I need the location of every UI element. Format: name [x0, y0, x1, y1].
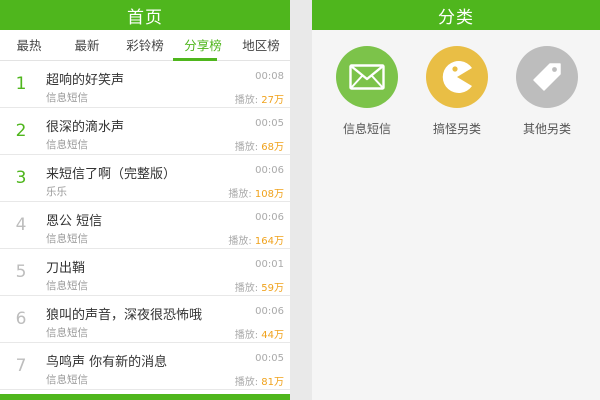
- rank-number: 6: [15, 309, 27, 329]
- item-plays: 播放: 27万: [235, 91, 284, 106]
- plays-count: 27万: [261, 95, 284, 106]
- bottom-accent-bar: [0, 394, 290, 400]
- plays-label: 播放:: [234, 95, 259, 106]
- category-sms[interactable]: 信息短信: [322, 46, 412, 137]
- plays-count: 68万: [261, 142, 284, 153]
- tab-newest[interactable]: 最新: [58, 30, 116, 61]
- tag-icon: [533, 63, 561, 91]
- category-other[interactable]: 其他另类: [502, 46, 592, 137]
- item-category: 信息短信: [46, 139, 88, 151]
- ringtone-list: 1 超响的好笑声 信息短信 00:08 播放: 27万 2 很深的滴水声 信息短…: [0, 61, 290, 390]
- list-item[interactable]: 6 狼叫的声音，深夜很恐怖哦 信息短信 00:06 播放: 44万: [0, 296, 290, 343]
- item-title: 鸟鸣声 你有新的消息: [46, 355, 168, 370]
- plays-label: 播放:: [228, 236, 252, 247]
- plays-count: 108万: [254, 189, 284, 200]
- item-duration: 00:01: [255, 259, 284, 270]
- plays-count: 164万: [254, 236, 284, 247]
- home-screen: 首页 最热 最新 彩铃榜 分享榜 地区榜 1 超响的好笑声 信息短信 00:08…: [0, 0, 290, 400]
- plays-count: 59万: [261, 283, 284, 294]
- list-item[interactable]: 3 来短信了啊（完整版） 乐乐 00:06 播放: 108万: [0, 155, 290, 202]
- item-duration: 00:06: [255, 212, 284, 223]
- plays-label: 播放:: [234, 377, 259, 388]
- plays-label: 播放:: [234, 283, 259, 294]
- category-funny[interactable]: 搞怪另类: [412, 46, 502, 137]
- item-category: 乐乐: [46, 186, 67, 198]
- page-title: 首页: [0, 0, 290, 30]
- plays-label: 播放:: [234, 330, 259, 341]
- category-label: 其他另类: [522, 122, 571, 136]
- envelope-icon: [349, 64, 385, 90]
- list-item[interactable]: 5 刀出鞘 信息短信 00:01 播放: 59万: [0, 249, 290, 296]
- item-duration: 00:06: [255, 306, 284, 317]
- item-duration: 00:05: [255, 118, 284, 129]
- rank-number: 7: [15, 356, 27, 376]
- tab-region[interactable]: 地区榜: [232, 30, 290, 61]
- tab-bar: 最热 最新 彩铃榜 分享榜 地区榜: [0, 30, 290, 61]
- list-item[interactable]: 7 鸟鸣声 你有新的消息 信息短信 00:05 播放: 81万: [0, 343, 290, 390]
- plays-count: 44万: [261, 330, 284, 341]
- plays-label: 播放:: [228, 189, 252, 200]
- category-grid: 信息短信 搞怪另类 其他另类: [312, 46, 600, 146]
- tab-share[interactable]: 分享榜: [174, 30, 232, 61]
- item-category: 信息短信: [46, 233, 88, 245]
- item-category: 信息短信: [46, 374, 88, 386]
- plays-count: 81万: [261, 377, 284, 388]
- list-item[interactable]: 2 很深的滴水声 信息短信 00:05 播放: 68万: [0, 108, 290, 155]
- category-label: 搞怪另类: [432, 122, 481, 136]
- item-title: 来短信了啊（完整版）: [46, 167, 177, 182]
- app-stage: 首页 最热 最新 彩铃榜 分享榜 地区榜 1 超响的好笑声 信息短信 00:08…: [0, 0, 600, 400]
- rank-number: 4: [15, 215, 27, 235]
- tab-hottest[interactable]: 最热: [0, 30, 58, 61]
- category-icon-circle: [516, 46, 578, 108]
- item-title: 刀出鞘: [46, 261, 86, 276]
- item-plays: 播放: 44万: [235, 326, 284, 341]
- page-title: 分类: [312, 0, 600, 30]
- item-title: 超响的好笑声: [46, 73, 125, 88]
- tab-ringback[interactable]: 彩铃榜: [116, 30, 174, 61]
- category-icon-circle: [426, 46, 488, 108]
- item-plays: 播放: 81万: [235, 373, 284, 388]
- item-plays: 播放: 164万: [228, 232, 284, 247]
- category-label: 信息短信: [342, 122, 391, 136]
- item-duration: 00:08: [255, 71, 284, 82]
- rank-number: 1: [15, 74, 27, 94]
- item-title: 恩公 短信: [46, 214, 103, 229]
- item-category: 信息短信: [46, 280, 88, 292]
- item-duration: 00:05: [255, 353, 284, 364]
- category-screen: 分类 信息短信 搞怪另类 其他另类: [312, 0, 600, 400]
- category-icon-circle: [336, 46, 398, 108]
- rank-number: 3: [15, 168, 27, 188]
- list-item[interactable]: 4 恩公 短信 信息短信 00:06 播放: 164万: [0, 202, 290, 249]
- item-plays: 播放: 108万: [228, 185, 284, 200]
- item-plays: 播放: 68万: [235, 138, 284, 153]
- item-title: 很深的滴水声: [46, 120, 125, 135]
- item-category: 信息短信: [46, 327, 88, 339]
- list-item[interactable]: 1 超响的好笑声 信息短信 00:08 播放: 27万: [0, 61, 290, 108]
- pacman-icon: [442, 61, 472, 93]
- rank-number: 5: [15, 262, 27, 282]
- item-title: 狼叫的声音，深夜很恐怖哦: [46, 308, 203, 323]
- plays-label: 播放:: [234, 142, 259, 153]
- item-category: 信息短信: [46, 92, 88, 104]
- item-plays: 播放: 59万: [235, 279, 284, 294]
- rank-number: 2: [15, 121, 27, 141]
- item-duration: 00:06: [255, 165, 284, 176]
